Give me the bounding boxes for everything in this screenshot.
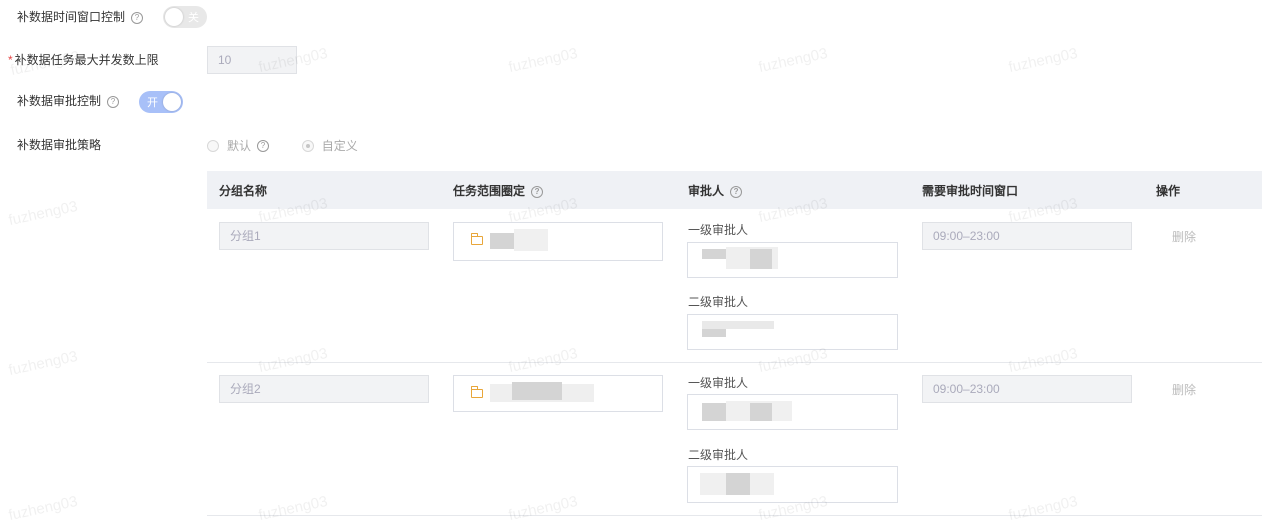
required-mark: * xyxy=(8,53,13,67)
watermark: fuzheng03 xyxy=(506,492,580,524)
switch-on-text: 开 xyxy=(147,97,158,109)
redacted-text xyxy=(702,403,726,421)
watermark: fuzheng03 xyxy=(6,492,80,524)
header-approver: 审批人? xyxy=(688,182,743,199)
switch-knob xyxy=(163,93,181,111)
watermark: fuzheng03 xyxy=(6,197,80,230)
watermark: fuzheng03 xyxy=(756,44,830,77)
switch-knob xyxy=(165,8,183,26)
watermark: fuzheng03 xyxy=(256,344,330,377)
radio-custom[interactable] xyxy=(301,139,314,152)
watermark: fuzheng03 xyxy=(256,492,330,524)
redacted-text xyxy=(702,329,726,337)
time-window-switch[interactable]: 关 xyxy=(163,6,207,28)
watermark: fuzheng03 xyxy=(1006,44,1080,77)
approval-switch[interactable]: 开 xyxy=(139,91,183,113)
folder-icon xyxy=(471,386,483,398)
table-header: 分组名称 任务范围圈定? 审批人? 需要审批时间窗口 操作 xyxy=(207,171,1262,209)
header-task-scope: 任务范围圈定? xyxy=(453,182,544,199)
approver-level1-label: 一级审批人 xyxy=(688,376,749,390)
redacted-text xyxy=(726,473,750,495)
header-time-window: 需要审批时间窗口 xyxy=(922,184,1019,198)
approver-level2-label: 二级审批人 xyxy=(688,295,749,309)
radio-default-label: 默认 xyxy=(227,139,252,153)
redacted-text xyxy=(490,233,514,249)
redacted-text xyxy=(702,321,774,329)
group-name-input[interactable]: 分组2 xyxy=(219,375,429,403)
task-scope-selector[interactable] xyxy=(453,375,663,412)
header-approver-text: 审批人 xyxy=(688,184,725,198)
approver-level2-label: 二级审批人 xyxy=(688,448,749,462)
approver-level1-input[interactable] xyxy=(687,394,898,430)
redacted-text xyxy=(514,229,548,251)
time-window-input[interactable]: 09:00–23:00 xyxy=(922,222,1132,250)
row-divider xyxy=(207,515,1262,516)
help-icon[interactable]: ? xyxy=(730,185,743,198)
help-icon[interactable]: ? xyxy=(257,139,270,152)
watermark: fuzheng03 xyxy=(506,44,580,77)
approval-control-text: 补数据审批控制 xyxy=(17,94,102,108)
redacted-text xyxy=(512,382,562,400)
row-divider xyxy=(207,362,1262,363)
approver-level1-input[interactable] xyxy=(687,242,898,278)
strategy-radio-group: 默认? 自定义 xyxy=(207,137,358,154)
task-scope-selector[interactable] xyxy=(453,222,663,261)
help-icon[interactable]: ? xyxy=(531,185,544,198)
switch-off-text: 关 xyxy=(188,12,199,24)
approval-strategy-label: 补数据审批策略 xyxy=(17,138,102,152)
radio-default[interactable] xyxy=(207,139,219,152)
help-icon[interactable]: ? xyxy=(131,11,144,24)
folder-icon xyxy=(471,233,483,245)
approver-level1-label: 一级审批人 xyxy=(688,223,749,237)
help-icon[interactable]: ? xyxy=(107,95,120,108)
delete-button[interactable]: 删除 xyxy=(1172,228,1196,245)
group-name-input[interactable]: 分组1 xyxy=(219,222,429,250)
redacted-text xyxy=(750,403,772,421)
redacted-text xyxy=(750,249,772,269)
header-group-name: 分组名称 xyxy=(219,184,268,198)
time-window-input[interactable]: 09:00–23:00 xyxy=(922,375,1132,403)
radio-custom-label: 自定义 xyxy=(321,139,358,153)
max-concurrency-input[interactable]: 10 xyxy=(207,46,297,74)
time-window-control-label: 补数据时间窗口控制? xyxy=(17,9,144,25)
approval-control-label: 补数据审批控制? xyxy=(17,93,120,109)
watermark: fuzheng03 xyxy=(506,344,580,377)
max-concurrency-text: 补数据任务最大并发数上限 xyxy=(14,53,159,67)
approver-level2-input[interactable] xyxy=(687,314,898,350)
watermark: fuzheng03 xyxy=(6,347,80,380)
watermark: fuzheng03 xyxy=(1006,492,1080,524)
max-concurrency-label: * 补数据任务最大并发数上限 xyxy=(8,52,159,68)
time-window-control-text: 补数据时间窗口控制 xyxy=(17,10,126,24)
watermark: fuzheng03 xyxy=(1006,344,1080,377)
redacted-text xyxy=(702,249,726,259)
approver-level2-input[interactable] xyxy=(687,466,898,503)
delete-button[interactable]: 删除 xyxy=(1172,381,1196,398)
header-task-scope-text: 任务范围圈定 xyxy=(453,184,526,198)
header-action: 操作 xyxy=(1156,184,1181,198)
